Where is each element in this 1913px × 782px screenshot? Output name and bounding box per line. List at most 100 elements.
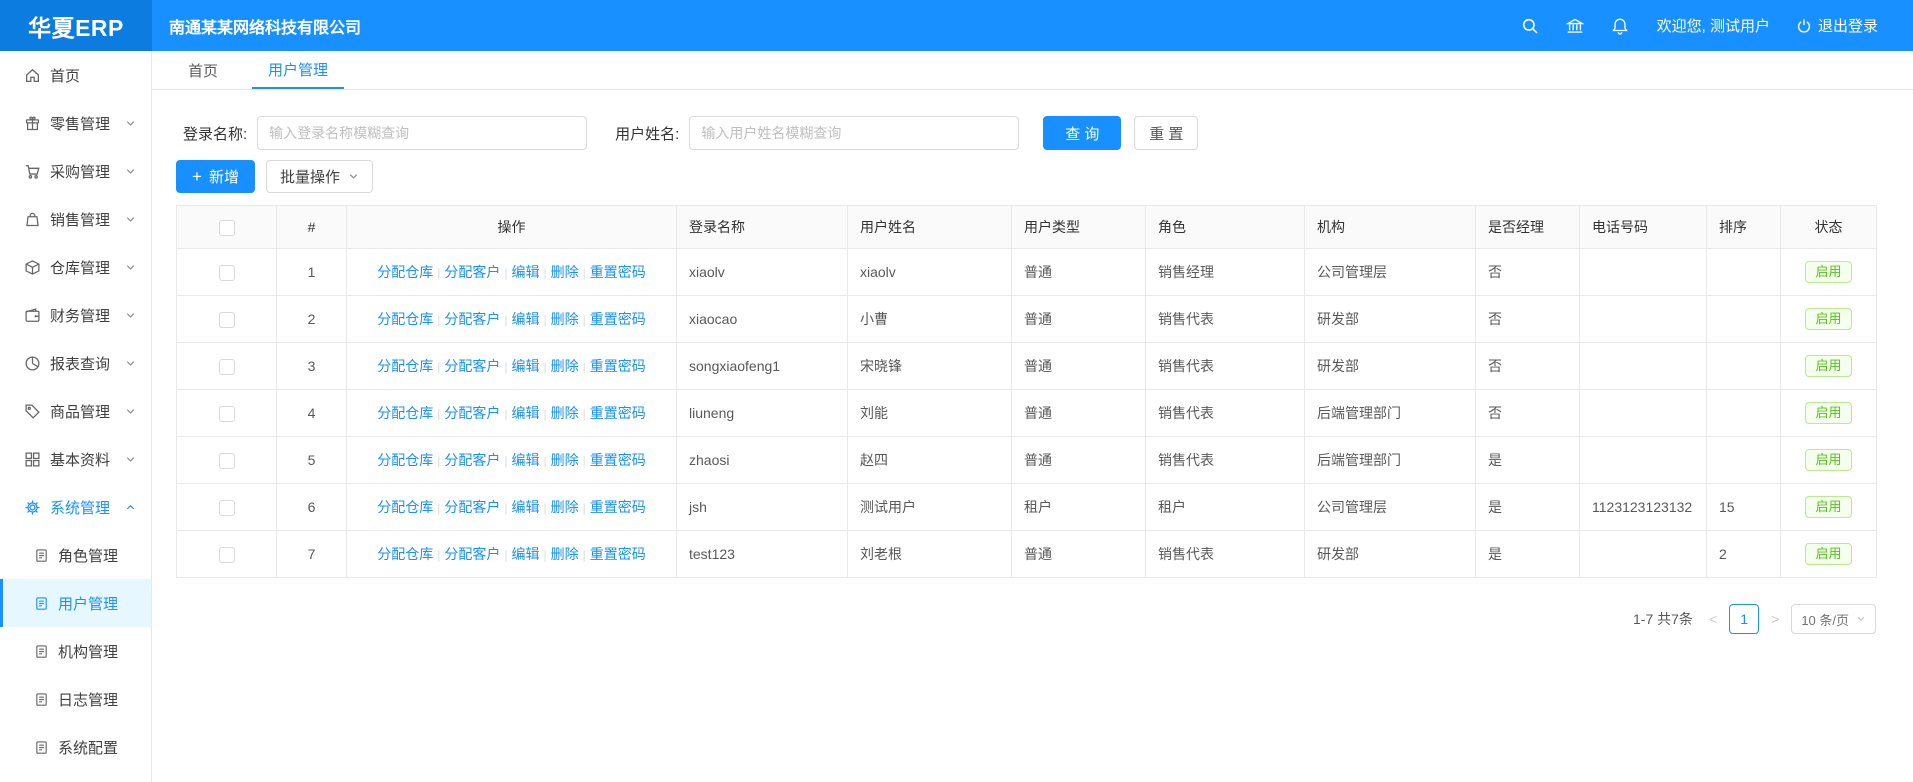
add-button[interactable]: + 新增: [176, 160, 255, 193]
sidebar-item-label: 零售管理: [50, 113, 110, 134]
assign-warehouse-link[interactable]: 分配仓库: [377, 358, 433, 374]
document-icon: [34, 692, 49, 707]
delete-link[interactable]: 删除: [551, 405, 579, 421]
prev-page-button[interactable]: <: [1706, 611, 1720, 627]
assign-warehouse-link[interactable]: 分配仓库: [377, 264, 433, 280]
assign-warehouse-link[interactable]: 分配仓库: [377, 405, 433, 421]
sidebar-subitem-logs[interactable]: 日志管理: [0, 675, 151, 723]
cell-sort: [1707, 249, 1781, 296]
reset-password-link[interactable]: 重置密码: [590, 499, 646, 515]
user-name-input[interactable]: [689, 116, 1019, 150]
sidebar-item-label: 销售管理: [50, 209, 110, 230]
delete-link[interactable]: 删除: [551, 358, 579, 374]
col-header-org: 机构: [1305, 206, 1476, 249]
reset-button[interactable]: 重 置: [1134, 116, 1198, 150]
cell-phone: [1580, 437, 1707, 484]
sidebar-subitem-config[interactable]: 系统配置: [0, 723, 151, 771]
row-checkbox[interactable]: [219, 359, 235, 375]
cell-name: 宋晓锋: [848, 343, 1012, 390]
sidebar-item-retail[interactable]: 零售管理: [0, 99, 151, 147]
delete-link[interactable]: 删除: [551, 452, 579, 468]
batch-actions-button[interactable]: 批量操作: [266, 160, 373, 193]
reset-password-link[interactable]: 重置密码: [590, 358, 646, 374]
delete-link[interactable]: 删除: [551, 499, 579, 515]
reset-password-link[interactable]: 重置密码: [590, 311, 646, 327]
edit-link[interactable]: 编辑: [512, 452, 540, 468]
welcome-user[interactable]: 欢迎您, 测试用户: [1657, 15, 1770, 36]
sidebar-subitem-orgs[interactable]: 机构管理: [0, 627, 151, 675]
link-separator: |: [544, 360, 547, 374]
reset-password-link[interactable]: 重置密码: [590, 452, 646, 468]
col-header-manager: 是否经理: [1476, 206, 1580, 249]
edit-link[interactable]: 编辑: [512, 546, 540, 562]
row-checkbox[interactable]: [219, 312, 235, 328]
login-name-input[interactable]: [257, 116, 587, 150]
tab-user-management[interactable]: 用户管理: [252, 51, 344, 89]
search-icon[interactable]: [1521, 17, 1539, 35]
tab-home[interactable]: 首页: [172, 51, 234, 89]
reset-password-link[interactable]: 重置密码: [590, 546, 646, 562]
sidebar-subitem-users[interactable]: 用户管理: [0, 579, 151, 627]
sidebar-item-purchase[interactable]: 采购管理: [0, 147, 151, 195]
sidebar-item-sales[interactable]: 销售管理: [0, 195, 151, 243]
app-logo[interactable]: 华夏ERP: [0, 0, 152, 51]
next-page-button[interactable]: >: [1768, 611, 1782, 627]
cell-manager: 否: [1476, 249, 1580, 296]
assign-customer-link[interactable]: 分配客户: [444, 499, 500, 515]
sidebar-item-basicdata[interactable]: 基本资料: [0, 435, 151, 483]
sidebar-item-goods[interactable]: 商品管理: [0, 387, 151, 435]
edit-link[interactable]: 编辑: [512, 264, 540, 280]
bell-icon[interactable]: [1611, 17, 1629, 35]
finance-icon: [24, 307, 41, 324]
sidebar-item-label: 角色管理: [58, 545, 118, 566]
col-header-index: #: [277, 206, 347, 249]
sidebar-item-system[interactable]: 系统管理: [0, 483, 151, 531]
bank-icon[interactable]: [1566, 17, 1584, 35]
row-checkbox[interactable]: [219, 500, 235, 516]
edit-link[interactable]: 编辑: [512, 358, 540, 374]
assign-warehouse-link[interactable]: 分配仓库: [377, 452, 433, 468]
link-separator: |: [437, 407, 440, 421]
topbar: 华夏ERP 南通某某网络科技有限公司 欢迎您, 测试用户 退出登录: [0, 0, 1913, 51]
sidebar-item-home[interactable]: 首页: [0, 51, 151, 99]
assign-customer-link[interactable]: 分配客户: [444, 546, 500, 562]
row-checkbox[interactable]: [219, 547, 235, 563]
row-checkbox[interactable]: [219, 265, 235, 281]
delete-link[interactable]: 删除: [551, 264, 579, 280]
document-icon: [34, 740, 49, 755]
assign-customer-link[interactable]: 分配客户: [444, 311, 500, 327]
edit-link[interactable]: 编辑: [512, 499, 540, 515]
delete-link[interactable]: 删除: [551, 311, 579, 327]
assign-customer-link[interactable]: 分配客户: [444, 264, 500, 280]
sidebar-item-reports[interactable]: 报表查询: [0, 339, 151, 387]
cell-index: 2: [277, 296, 347, 343]
row-checkbox[interactable]: [219, 453, 235, 469]
sidebar-item-warehouse[interactable]: 仓库管理: [0, 243, 151, 291]
assign-customer-link[interactable]: 分配客户: [444, 452, 500, 468]
assign-customer-link[interactable]: 分配客户: [444, 405, 500, 421]
sidebar-subitem-roles[interactable]: 角色管理: [0, 531, 151, 579]
assign-customer-link[interactable]: 分配客户: [444, 358, 500, 374]
row-checkbox[interactable]: [219, 406, 235, 422]
cell-index: 6: [277, 484, 347, 531]
assign-warehouse-link[interactable]: 分配仓库: [377, 499, 433, 515]
reset-password-link[interactable]: 重置密码: [590, 405, 646, 421]
edit-link[interactable]: 编辑: [512, 311, 540, 327]
cell-org: 公司管理层: [1305, 484, 1476, 531]
edit-link[interactable]: 编辑: [512, 405, 540, 421]
select-all-checkbox[interactable]: [219, 220, 235, 236]
delete-link[interactable]: 删除: [551, 546, 579, 562]
page-size-select[interactable]: 10 条/页: [1791, 604, 1876, 634]
assign-warehouse-link[interactable]: 分配仓库: [377, 311, 433, 327]
assign-warehouse-link[interactable]: 分配仓库: [377, 546, 433, 562]
link-separator: |: [583, 407, 586, 421]
sidebar-item-label: 日志管理: [58, 689, 118, 710]
sidebar-item-finance[interactable]: 财务管理: [0, 291, 151, 339]
current-page-button[interactable]: 1: [1729, 604, 1759, 634]
search-button[interactable]: 查 询: [1043, 116, 1121, 150]
table-toolbar: + 新增 批量操作: [176, 160, 1913, 193]
batch-button-label: 批量操作: [280, 166, 340, 187]
reset-password-link[interactable]: 重置密码: [590, 264, 646, 280]
retail-icon: [24, 115, 41, 132]
logout-button[interactable]: 退出登录: [1796, 15, 1878, 36]
